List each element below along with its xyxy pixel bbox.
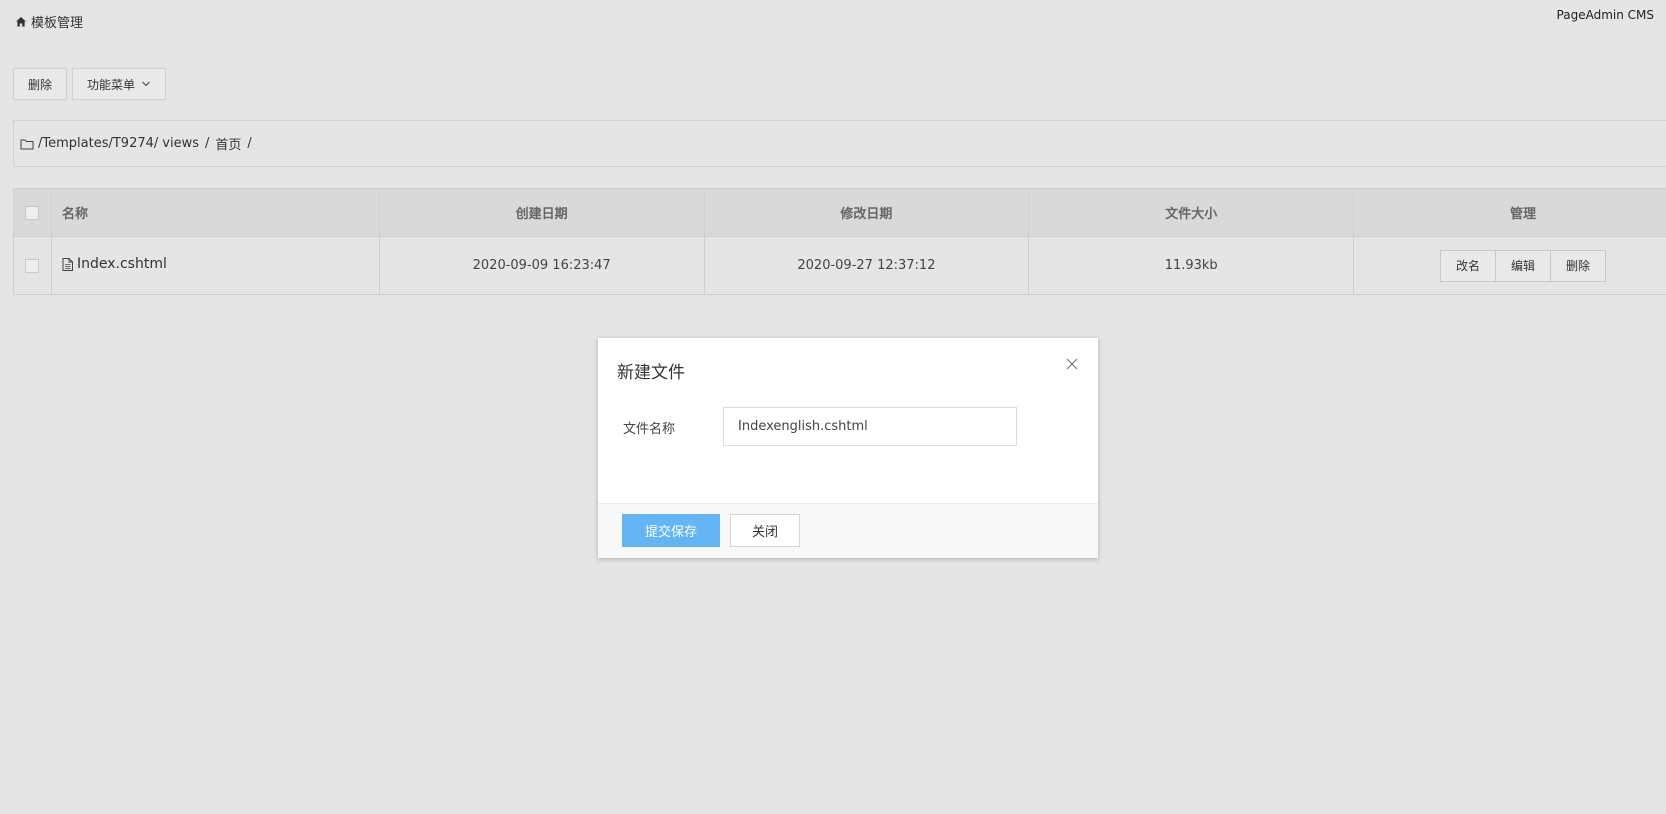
row-name-cell: Index.cshtml	[50, 236, 380, 295]
rename-button[interactable]: 改名	[1441, 250, 1497, 281]
row-created: 2020-09-09 16:23:47	[378, 236, 705, 295]
dialog-footer: 提交保存 关闭	[598, 503, 1098, 558]
breadcrumb-separator: /	[247, 136, 252, 151]
home-icon	[16, 16, 26, 26]
toolbar: 删除 功能菜单	[13, 68, 167, 100]
file-name-label: 文件名称	[623, 422, 676, 437]
page-title: 模板管理	[15, 12, 83, 31]
dialog-close-button[interactable]: 关闭	[730, 514, 800, 547]
header-created[interactable]: 创建日期	[378, 188, 705, 237]
page: PageAdmin CMS 模板管理 删除 功能菜单 /Templates/T9…	[0, 0, 1666, 814]
new-file-dialog: 新建文件 文件名称 提交保存 关闭	[598, 338, 1098, 558]
edit-button[interactable]: 编辑	[1496, 250, 1552, 281]
file-link[interactable]: Index.cshtml	[62, 256, 167, 272]
function-menu-label: 功能菜单	[87, 77, 136, 92]
brand-label: PageAdmin CMS	[1556, 8, 1654, 22]
header-manage: 管理	[1353, 188, 1666, 237]
file-icon	[62, 257, 73, 271]
file-name: Index.cshtml	[76, 256, 167, 273]
header-name[interactable]: 名称	[50, 188, 380, 237]
page-title-text: 模板管理	[31, 16, 84, 31]
delete-button-label: 删除	[28, 77, 53, 92]
dialog-title: 新建文件	[617, 363, 685, 383]
breadcrumb-views[interactable]: views	[162, 136, 199, 151]
select-all-checkbox[interactable]	[25, 205, 40, 220]
breadcrumb-root[interactable]: /Templates/T9274/	[38, 136, 158, 151]
function-menu-button[interactable]: 功能菜单	[72, 68, 167, 100]
close-icon[interactable]	[1066, 358, 1078, 370]
breadcrumb-separator: /	[204, 136, 210, 151]
header-size[interactable]: 文件大小	[1028, 188, 1355, 237]
select-all-cell	[13, 188, 52, 237]
row-delete-button[interactable]: 删除	[1551, 250, 1606, 281]
row-size: 11.93kb	[1028, 236, 1355, 295]
breadcrumb: /Templates/T9274/ views / 首页 /	[13, 120, 1666, 167]
delete-button[interactable]: 删除	[13, 68, 68, 100]
row-select-cell	[13, 236, 52, 295]
submit-save-button[interactable]: 提交保存	[622, 514, 720, 547]
table-row: Index.cshtml 2020-09-09 16:23:47 2020-09…	[13, 236, 1666, 295]
row-action-group: 改名 编辑 删除	[1440, 249, 1607, 282]
folder-icon	[20, 139, 34, 149]
row-modified: 2020-09-27 12:37:12	[703, 236, 1030, 295]
file-table: 名称 创建日期 修改日期 文件大小 管理 Index.cshtml 2020-0…	[13, 188, 1666, 295]
header-modified[interactable]: 修改日期	[703, 188, 1030, 237]
chevron-down-icon	[142, 81, 150, 87]
row-actions: 改名 编辑 删除	[1353, 236, 1666, 295]
table-header-row: 名称 创建日期 修改日期 文件大小 管理	[13, 188, 1666, 237]
breadcrumb-home[interactable]: 首页	[215, 134, 241, 153]
file-name-input[interactable]	[723, 407, 1017, 446]
row-checkbox[interactable]	[25, 258, 40, 273]
